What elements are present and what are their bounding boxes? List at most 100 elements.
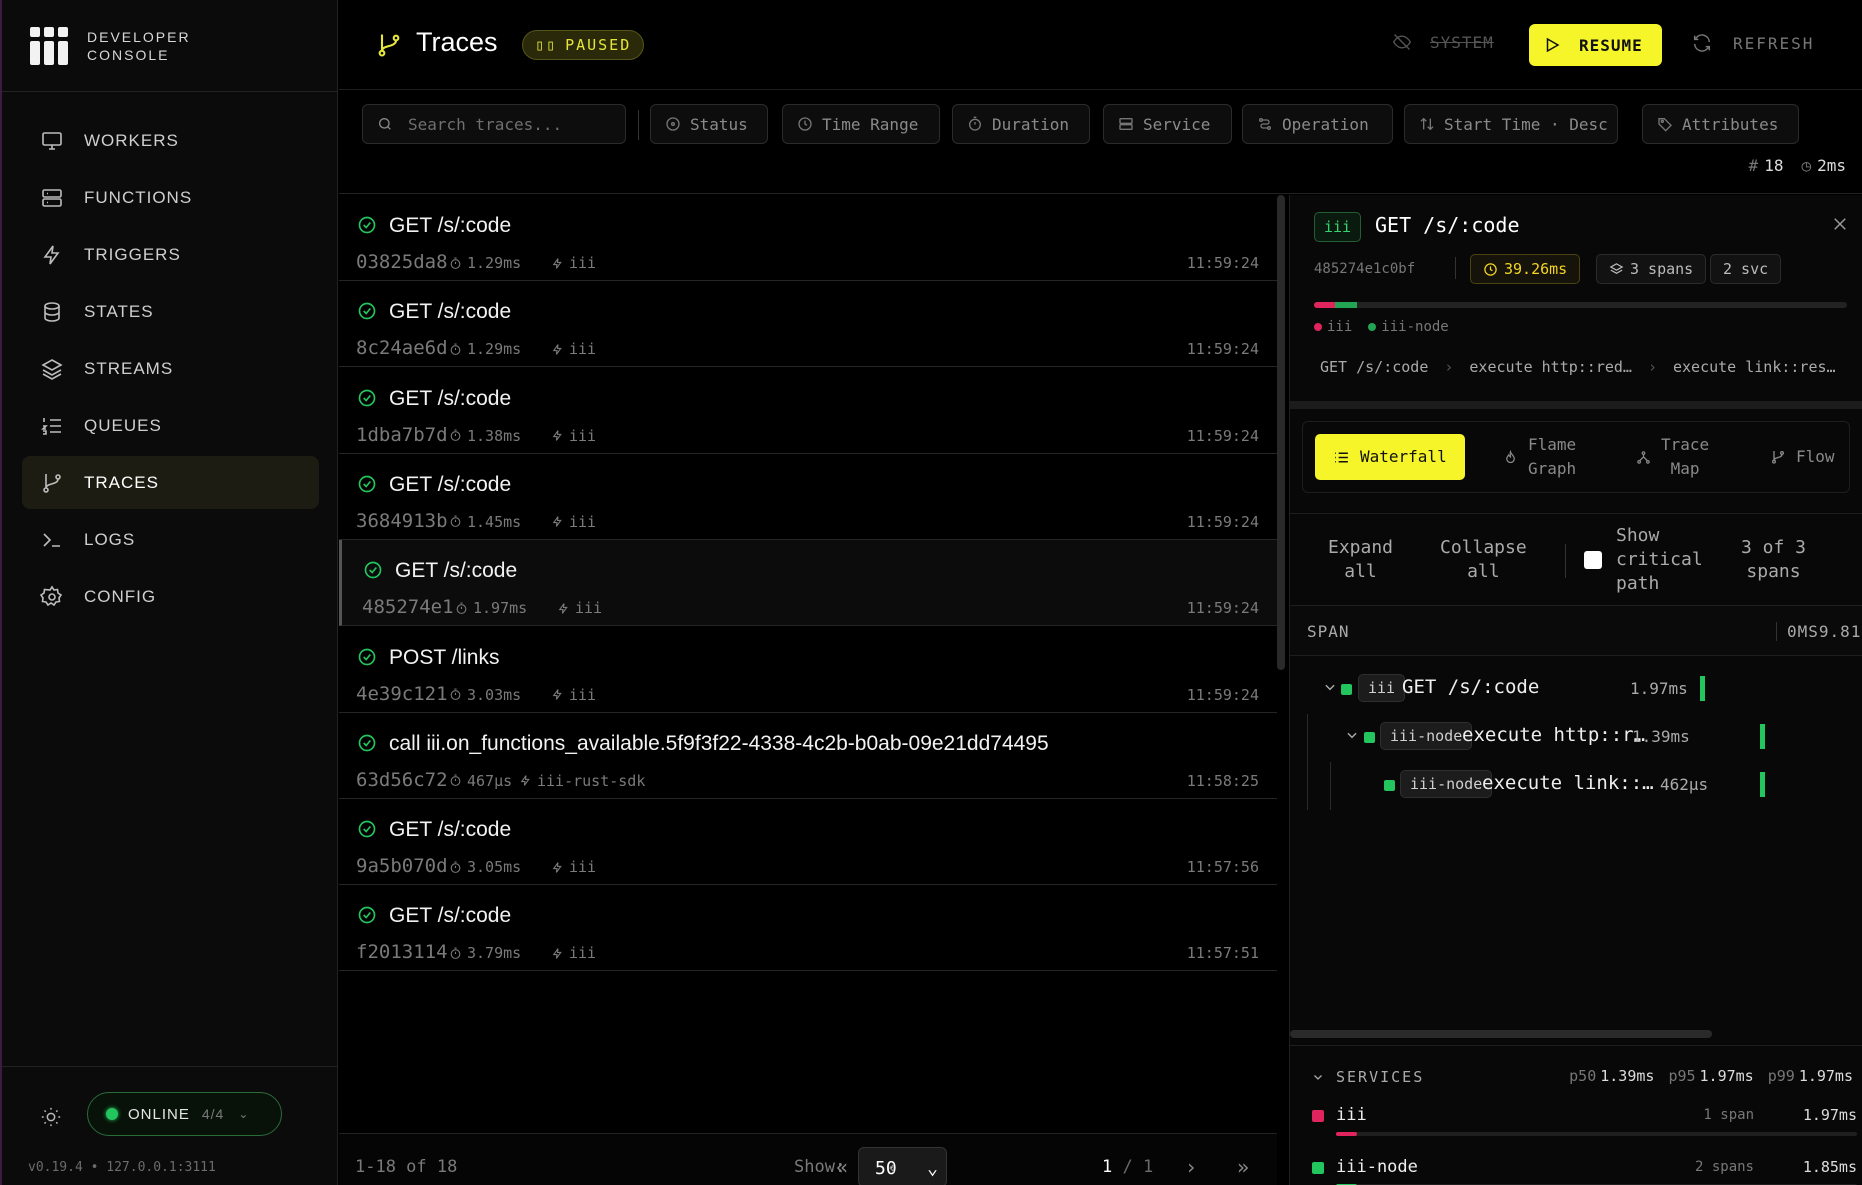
- trace-id: f2013114: [356, 941, 448, 964]
- service-row[interactable]: iii 1 span 1.97ms: [1312, 1102, 1857, 1142]
- trace-latency-value: 2ms: [1817, 156, 1846, 175]
- attributes-filter[interactable]: Attributes: [1642, 104, 1799, 144]
- chevron-right-icon: ›: [1647, 358, 1657, 376]
- sidebar-item-queues[interactable]: QUEUES: [22, 399, 319, 452]
- trace-list-scrollbar[interactable]: [1277, 195, 1285, 670]
- trace-duration-value: 1.38ms: [467, 426, 522, 445]
- trace-id: 485274e1: [362, 596, 454, 619]
- trace-row[interactable]: GET /s/:code 8c24ae6d 1.29ms iii 11:59:24: [339, 281, 1277, 368]
- connection-status-dropdown[interactable]: ONLINE 4/4 ⌄: [87, 1092, 282, 1136]
- page-header: Traces ▯▯ PAUSED SYSTEM RESUME REFRESH: [339, 0, 1862, 90]
- service-filter[interactable]: Service: [1103, 104, 1232, 144]
- service-time: 1.85ms: [1802, 1158, 1857, 1176]
- sort-icon: [1420, 117, 1434, 131]
- previous-page-button[interactable]: ‹: [886, 1155, 898, 1179]
- sidebar-item-functions[interactable]: FUNCTIONS: [22, 171, 319, 224]
- trace-time: 11:58:25: [1186, 771, 1259, 790]
- trace-row[interactable]: call iii.on_functions_available.5f9f3f22…: [339, 713, 1277, 799]
- critical-path-checkbox[interactable]: [1584, 551, 1602, 569]
- breadcrumb-item[interactable]: execute http::red…: [1469, 358, 1632, 376]
- refresh-icon: [1693, 34, 1711, 52]
- sidebar-item-workers[interactable]: WORKERS: [22, 114, 319, 167]
- status-filter[interactable]: Status: [650, 104, 768, 144]
- p99: p99 1.97ms: [1767, 1067, 1853, 1085]
- span-row[interactable]: iii-node execute link::… 462μs: [1290, 762, 1862, 810]
- time-range-filter[interactable]: Time Range: [782, 104, 940, 144]
- tab-flow[interactable]: Flow: [1770, 434, 1835, 480]
- sidebar-item-config[interactable]: CONFIG: [22, 570, 319, 623]
- p95: p95 1.97ms: [1668, 1067, 1754, 1085]
- trace-row[interactable]: GET /s/:code 1dba7b7d 1.38ms iii 11:59:24: [339, 368, 1277, 454]
- expand-all-button[interactable]: Expand all: [1328, 536, 1393, 584]
- trace-row[interactable]: POST /links 4e39c121 3.03ms iii 11:59:24: [339, 627, 1277, 713]
- first-page-button[interactable]: «: [836, 1155, 848, 1179]
- sun-icon[interactable]: [40, 1106, 62, 1128]
- attributes-filter-label: Attributes: [1682, 114, 1779, 134]
- services-toggle[interactable]: SERVICES: [1312, 1068, 1424, 1086]
- last-page-button[interactable]: »: [1237, 1155, 1249, 1179]
- page-size-select[interactable]: 50 ⌄: [858, 1147, 947, 1185]
- trace-duration: 1.97ms: [455, 599, 527, 617]
- trace-service: iii: [551, 427, 596, 445]
- service-chip: iii: [1314, 212, 1362, 242]
- database-icon: [44, 301, 60, 322]
- trace-service: iii: [551, 513, 596, 531]
- duration-filter[interactable]: Duration: [952, 104, 1090, 144]
- trace-duration-value: 1.45ms: [467, 512, 522, 531]
- trace-id: 3684913b: [356, 509, 448, 532]
- span-name: GET /s/:code: [1402, 676, 1540, 698]
- chevron-down-icon[interactable]: [1323, 680, 1337, 694]
- tab-trace-map[interactable]: Trace Map: [1636, 434, 1709, 480]
- trace-row[interactable]: GET /s/:code 3684913b 1.45ms iii 11:59:24: [339, 454, 1277, 540]
- next-page-button[interactable]: ›: [1185, 1155, 1197, 1179]
- close-icon[interactable]: [1831, 215, 1849, 233]
- sidebar-item-traces[interactable]: TRACES: [22, 456, 319, 509]
- span-horizontal-scrollbar[interactable]: [1290, 1030, 1712, 1038]
- resume-button[interactable]: RESUME: [1529, 24, 1662, 66]
- service-row[interactable]: iii-node 2 spans 1.85ms: [1312, 1154, 1857, 1185]
- check-circle-icon: [358, 389, 376, 406]
- tab-waterfall[interactable]: Waterfall: [1315, 434, 1465, 480]
- trace-service-value: iii: [569, 512, 597, 531]
- span-status-square: [1384, 780, 1395, 791]
- trace-time: 11:59:24: [1186, 254, 1259, 272]
- span-row[interactable]: iii GET /s/:code 1.97ms: [1290, 666, 1862, 714]
- collapse-all-button[interactable]: Collapse all: [1440, 536, 1527, 584]
- trace-name: GET /s/:code: [389, 904, 512, 928]
- operation-filter[interactable]: Operation: [1242, 104, 1393, 144]
- sidebar-item-states[interactable]: STATES: [22, 285, 319, 338]
- tab-label: Waterfall: [1360, 447, 1447, 466]
- monitor-icon: [42, 131, 62, 150]
- trace-row[interactable]: GET /s/:code 9a5b070d 3.05ms iii 11:57:56: [339, 799, 1277, 886]
- trace-row[interactable]: GET /s/:code 485274e1 1.97ms iii 11:59:24: [339, 540, 1277, 627]
- trace-duration: 1.45ms: [449, 513, 521, 531]
- sidebar-item-logs[interactable]: LOGS: [22, 513, 319, 566]
- timer-icon: [450, 861, 461, 873]
- timer-icon: [450, 947, 461, 959]
- sidebar-item-label: TRIGGERS: [84, 244, 181, 264]
- tab-flame-graph[interactable]: Flame Graph: [1503, 434, 1576, 480]
- search-input[interactable]: [408, 114, 608, 134]
- trace-row[interactable]: GET /s/:code f2013114 3.79ms iii 11:57:51: [339, 885, 1277, 972]
- breadcrumb-item[interactable]: GET /s/:code: [1320, 358, 1428, 376]
- refresh-button[interactable]: REFRESH: [1691, 32, 1814, 54]
- sidebar-item-triggers[interactable]: TRIGGERS: [22, 228, 319, 281]
- trace-name: GET /s/:code: [389, 818, 512, 842]
- latency-percentiles: p50 1.39ms p95 1.97ms p99 1.97ms: [1569, 1067, 1853, 1085]
- check-circle-icon: [358, 302, 376, 320]
- search-box[interactable]: [362, 104, 626, 144]
- trace-id: 9a5b070d: [356, 855, 448, 878]
- sidebar-item-streams[interactable]: STREAMS: [22, 342, 319, 395]
- trace-duration-value: 467μs: [467, 771, 513, 790]
- span-row[interactable]: iii-node execute http::r… 1.39ms: [1290, 714, 1862, 762]
- check-circle-icon: [358, 820, 376, 838]
- timer-icon: [450, 515, 461, 528]
- system-toggle[interactable]: SYSTEM: [1392, 32, 1494, 52]
- critical-path-label[interactable]: Show critical path: [1616, 524, 1703, 596]
- trace-row[interactable]: GET /s/:code 03825da8 1.29ms iii 11:59:24: [339, 195, 1277, 281]
- breadcrumb-item[interactable]: execute link::res…: [1673, 358, 1836, 376]
- span-service-chip: iii: [1358, 674, 1406, 702]
- time-range-filter-label: Time Range: [822, 114, 919, 134]
- chevron-down-icon[interactable]: [1345, 728, 1359, 742]
- sort-selector[interactable]: Start Time · Desc: [1404, 104, 1618, 144]
